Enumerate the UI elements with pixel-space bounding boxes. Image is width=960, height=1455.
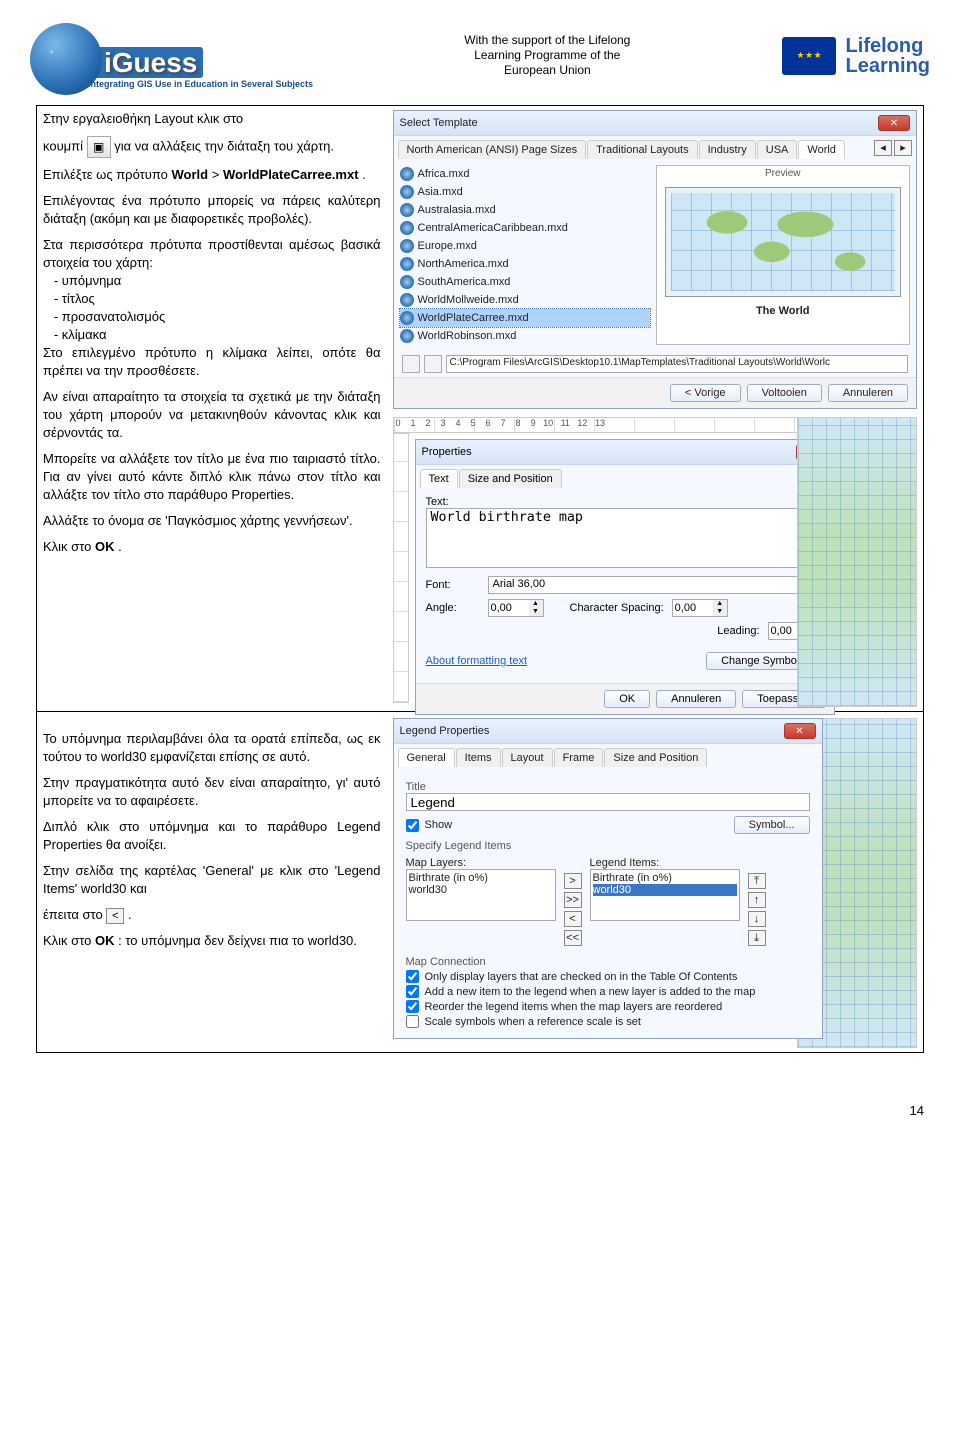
globe-icon bbox=[400, 185, 414, 199]
add-all-button[interactable]: >> bbox=[564, 892, 582, 908]
chk-reorder[interactable] bbox=[406, 1000, 419, 1013]
page-header: iGuess Integrating GIS Use in Education … bbox=[0, 0, 960, 105]
world-map-thumbnail bbox=[665, 187, 902, 297]
vertical-ruler bbox=[393, 433, 409, 703]
tab-scroll-right-icon[interactable]: ▸ bbox=[894, 140, 912, 156]
globe-icon bbox=[400, 293, 414, 307]
chk-only-visible[interactable] bbox=[406, 970, 419, 983]
legend-items-listbox[interactable]: Birthrate (in o%) world30 bbox=[590, 869, 740, 921]
add-item-button[interactable]: > bbox=[564, 873, 582, 889]
template-item: Africa.mxd bbox=[400, 165, 650, 183]
template-item: CentralAmericaCaribbean.mxd bbox=[400, 219, 650, 237]
about-formatting-link[interactable]: About formatting text bbox=[426, 655, 528, 667]
select-template-dialog: Select Template ✕ North American (ANSI) … bbox=[393, 110, 918, 409]
tab-layout[interactable]: Layout bbox=[502, 748, 553, 767]
support-text: With the support of the Lifelong Learnin… bbox=[464, 33, 630, 78]
tab-traditional[interactable]: Traditional Layouts bbox=[587, 140, 698, 159]
dialog-title: Properties bbox=[422, 446, 472, 458]
tab-items[interactable]: Items bbox=[456, 748, 501, 767]
move-top-button[interactable]: ⤒ bbox=[748, 873, 766, 889]
tab-world[interactable]: World bbox=[798, 140, 845, 159]
instructions-cell-1: Στην εργαλειοθήκη Layout κλικ στο κουμπί… bbox=[37, 106, 387, 712]
remove-item-button[interactable]: < bbox=[564, 911, 582, 927]
view-list-icon[interactable] bbox=[424, 355, 442, 373]
move-bottom-button[interactable]: ⤓ bbox=[748, 930, 766, 946]
legend-properties-dialog: Legend Properties ✕ General Items Layout… bbox=[393, 718, 823, 1039]
title-text-input[interactable] bbox=[426, 508, 824, 568]
globe-icon bbox=[400, 311, 414, 325]
instructions-cell-2: Το υπόμνημα περιλαμβάνει όλα τα ορατά επ… bbox=[37, 712, 387, 1053]
globe-icon bbox=[400, 203, 414, 217]
globe-icon bbox=[30, 23, 102, 95]
logo-subtitle: Integrating GIS Use in Education in Seve… bbox=[88, 79, 313, 89]
tab-general[interactable]: General bbox=[398, 748, 455, 767]
eu-flag-icon bbox=[782, 37, 836, 75]
properties-dialog: Properties ✕ Text Size and Position Text… bbox=[415, 439, 835, 715]
map-canvas-strip bbox=[797, 417, 917, 707]
symbol-button[interactable]: Symbol... bbox=[734, 816, 810, 834]
template-item: Australasia.mxd bbox=[400, 201, 650, 219]
template-item: Asia.mxd bbox=[400, 183, 650, 201]
ok-button[interactable]: OK bbox=[604, 690, 650, 708]
finish-button[interactable]: Voltooien bbox=[747, 384, 822, 402]
close-icon[interactable]: ✕ bbox=[784, 723, 816, 739]
globe-icon bbox=[400, 329, 414, 343]
move-down-button[interactable]: ↓ bbox=[748, 911, 766, 927]
globe-icon bbox=[400, 239, 414, 253]
iguess-logo: iGuess Integrating GIS Use in Education … bbox=[30, 23, 313, 89]
tab-industry[interactable]: Industry bbox=[699, 140, 756, 159]
tab-scroll-left-icon[interactable]: ◂ bbox=[874, 140, 892, 156]
template-item: NorthAmerica.mxd bbox=[400, 255, 650, 273]
template-preview: Preview The World bbox=[656, 165, 911, 345]
chk-add-new[interactable] bbox=[406, 985, 419, 998]
globe-icon bbox=[400, 257, 414, 271]
dialog-title: Legend Properties bbox=[400, 725, 490, 737]
template-item: WorldMollweide.mxd bbox=[400, 291, 650, 309]
tab-frame[interactable]: Frame bbox=[554, 748, 604, 767]
remove-all-button[interactable]: << bbox=[564, 930, 582, 946]
logo-title: iGuess bbox=[88, 47, 203, 78]
change-layout-button-icon[interactable]: ▣ bbox=[87, 136, 111, 158]
page-number: 14 bbox=[0, 1083, 960, 1128]
cancel-button[interactable]: Annuleren bbox=[828, 384, 908, 402]
template-item: SouthAmerica.mxd bbox=[400, 273, 650, 291]
tab-size-position[interactable]: Size and Position bbox=[459, 469, 562, 488]
lifelong-learning-badge: Lifelong Learning bbox=[782, 36, 930, 76]
legend-title-input[interactable] bbox=[406, 793, 810, 811]
charspacing-stepper[interactable]: ▲▼ bbox=[672, 599, 728, 617]
screenshot-cell-1: Select Template ✕ North American (ANSI) … bbox=[387, 106, 924, 712]
globe-icon bbox=[400, 221, 414, 235]
show-checkbox[interactable] bbox=[406, 819, 419, 832]
globe-icon bbox=[400, 275, 414, 289]
template-tabs: North American (ANSI) Page Sizes Traditi… bbox=[394, 136, 917, 159]
template-item: WorldRobinson.mxd bbox=[400, 327, 650, 345]
tab-sizepos[interactable]: Size and Position bbox=[604, 748, 707, 767]
back-button[interactable]: < Vorige bbox=[670, 384, 741, 402]
tab-text[interactable]: Text bbox=[420, 469, 458, 488]
template-path-field[interactable]: C:\Program Files\ArcGIS\Desktop10.1\MapT… bbox=[446, 355, 909, 373]
template-list[interactable]: Africa.mxd Asia.mxd Australasia.mxd Cent… bbox=[400, 165, 650, 345]
move-left-button-icon[interactable]: < bbox=[106, 908, 124, 924]
globe-icon bbox=[400, 167, 414, 181]
template-item-selected: WorldPlateCarree.mxd bbox=[400, 309, 650, 327]
font-display: Arial 36,00 bbox=[488, 576, 824, 594]
tab-usa[interactable]: USA bbox=[757, 140, 798, 159]
chk-scale[interactable] bbox=[406, 1015, 419, 1028]
screenshot-cell-2: Legend Properties ✕ General Items Layout… bbox=[387, 712, 924, 1053]
close-icon[interactable]: ✕ bbox=[878, 115, 910, 131]
dialog-title: Select Template bbox=[400, 117, 478, 129]
cancel-button[interactable]: Annuleren bbox=[656, 690, 736, 708]
template-item: Europe.mxd bbox=[400, 237, 650, 255]
map-layers-listbox[interactable]: Birthrate (in o%) world30 bbox=[406, 869, 556, 921]
tab-ansi[interactable]: North American (ANSI) Page Sizes bbox=[398, 140, 587, 159]
angle-stepper[interactable]: ▲▼ bbox=[488, 599, 544, 617]
move-up-button[interactable]: ↑ bbox=[748, 892, 766, 908]
view-mode-icon[interactable] bbox=[402, 355, 420, 373]
